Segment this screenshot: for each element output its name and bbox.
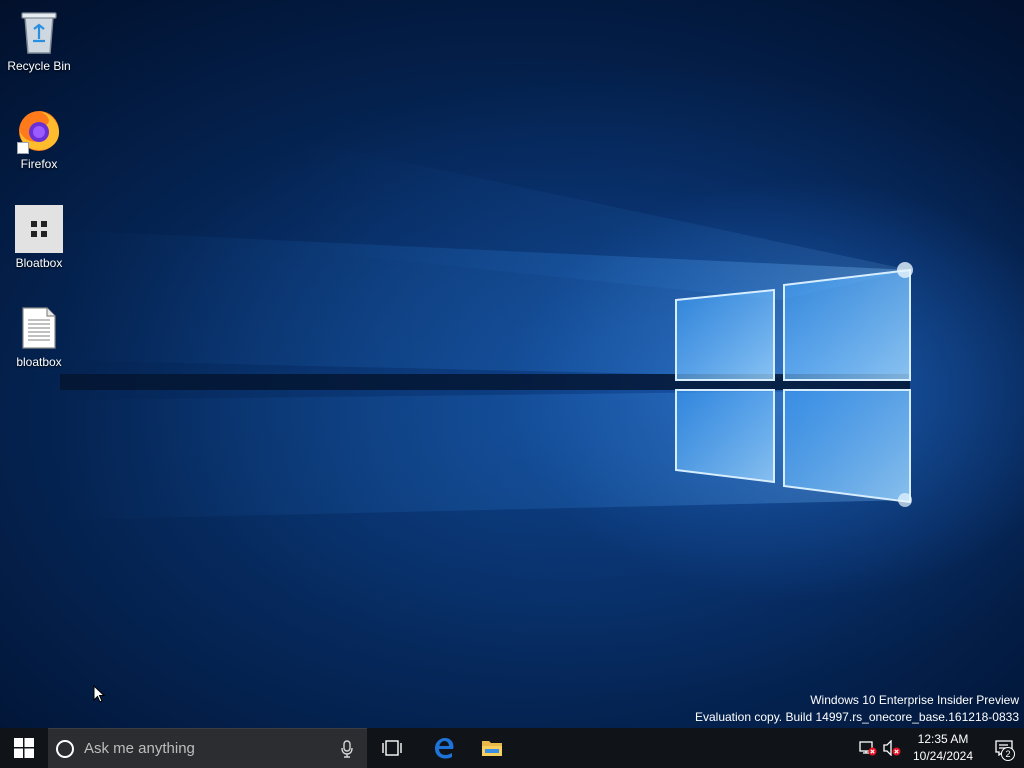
desktop-icon-bloatbox-app[interactable]: Bloatbox [1, 205, 77, 270]
system-tray: 12:35 AM 10/24/2024 2 [856, 728, 1024, 768]
taskbar: Ask me anything 12:35 AM 10/24/2024 2 [0, 728, 1024, 768]
watermark-build: Evaluation copy. Build 14997.rs_onecore_… [694, 710, 1019, 724]
cortana-circle-icon[interactable] [56, 739, 74, 758]
edge-button[interactable] [420, 728, 468, 768]
edge-icon [435, 738, 454, 759]
file-explorer-icon [482, 741, 502, 756]
volume-muted-icon[interactable] [880, 728, 904, 768]
desktop-icon-firefox[interactable]: Firefox [1, 106, 77, 171]
microphone-icon[interactable] [327, 729, 367, 768]
text-file-icon [15, 304, 63, 352]
watermark-edition: Windows 10 Enterprise Insider Preview [810, 693, 1019, 707]
windows-logo-icon [14, 738, 34, 758]
taskbar-clock[interactable]: 12:35 AM 10/24/2024 [908, 731, 978, 765]
search-box[interactable]: Ask me anything [48, 728, 367, 768]
shortcut-arrow-icon [17, 142, 29, 154]
desktop: Recycle Bin Firefox Bloatbox bloatbox Wi… [0, 0, 1024, 768]
notification-count-badge: 2 [1001, 747, 1015, 761]
desktop-icon-label: bloatbox [16, 355, 62, 369]
network-disconnected-icon[interactable] [856, 728, 880, 768]
desktop-icon-label: Bloatbox [15, 256, 63, 270]
desktop-icon-recycle-bin[interactable]: Recycle Bin [1, 8, 77, 73]
start-button[interactable] [0, 728, 48, 768]
desktop-icon-label: Recycle Bin [7, 59, 71, 73]
clock-date: 10/24/2024 [912, 749, 974, 763]
wallpaper [60, 140, 913, 520]
action-center-button[interactable]: 2 [984, 728, 1024, 768]
task-view-icon [382, 740, 402, 756]
bloatbox-app-icon [15, 205, 63, 253]
build-watermark: Windows 10 Enterprise Insider Preview Ev… [695, 692, 1019, 726]
clock-time: 12:35 AM [917, 732, 969, 746]
recycle-bin-icon [15, 8, 63, 56]
task-view-button[interactable] [368, 728, 416, 768]
search-placeholder[interactable]: Ask me anything [84, 740, 327, 757]
desktop-icon-label: Firefox [20, 157, 58, 171]
firefox-icon [15, 106, 63, 154]
mouse-cursor-icon [93, 685, 105, 703]
file-explorer-button[interactable] [468, 728, 516, 768]
desktop-icon-bloatbox-file[interactable]: bloatbox [1, 304, 77, 369]
